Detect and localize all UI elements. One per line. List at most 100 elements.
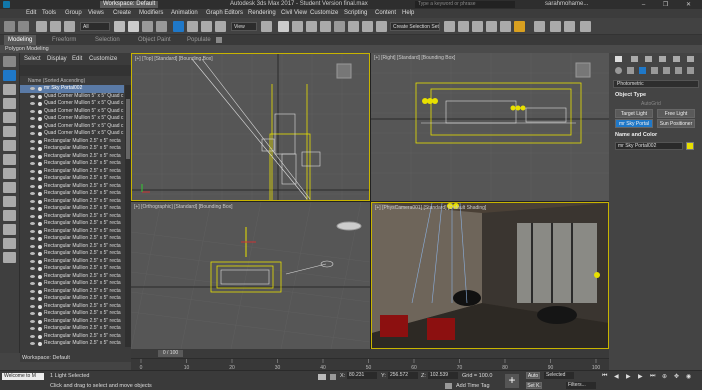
menu-create[interactable]: Create <box>113 10 131 16</box>
shapes-icon[interactable] <box>627 67 634 74</box>
material-editor-icon[interactable] <box>472 21 483 32</box>
visibility-eye-icon[interactable] <box>30 184 35 188</box>
goto-end-icon[interactable]: ⏭ <box>650 373 655 380</box>
menu-views[interactable]: Views <box>88 10 104 16</box>
modify-tab-icon[interactable] <box>631 56 638 62</box>
list-item[interactable]: Rectangular Mullion 2.5" x 5" recta <box>20 340 124 347</box>
list-item[interactable]: Rectangular Mullion 2.5" x 5" recta <box>20 228 124 236</box>
align-icon[interactable] <box>362 21 373 32</box>
menu-tools[interactable]: Tools <box>42 10 56 16</box>
named-selection-set-dropdown[interactable]: Create Selection Set <box>390 22 440 31</box>
visibility-eye-icon[interactable] <box>30 282 35 285</box>
visibility-eye-icon[interactable] <box>30 222 35 225</box>
viewport-top-label[interactable]: [+] [Top] [Standard] [Bounding Box] <box>135 56 213 62</box>
object-name-input[interactable]: mr Sky Portal002 <box>615 142 683 150</box>
list-item[interactable]: Rectangular Mullion 2.5" x 5" recta <box>20 175 124 183</box>
display-frozen-icon[interactable] <box>3 238 16 249</box>
visibility-eye-icon[interactable] <box>30 177 35 180</box>
selection-lock-icon[interactable] <box>330 374 336 380</box>
curve-editor-icon[interactable] <box>444 21 455 32</box>
sun-positioner-button[interactable]: Sun Positioner <box>657 119 695 128</box>
visibility-eye-icon[interactable] <box>30 267 35 270</box>
display-tab-icon[interactable] <box>673 56 680 62</box>
pivot-center-icon[interactable] <box>261 21 272 32</box>
key-filters-button[interactable]: Filters... <box>566 382 596 389</box>
selection-region-icon[interactable] <box>142 21 153 32</box>
object-type-title[interactable]: Object Type <box>615 92 646 98</box>
user-account[interactable]: sarahmohame... <box>545 1 588 7</box>
list-item[interactable]: Quad Corner Mullion 5" x 5" Quad c <box>20 115 124 123</box>
list-item[interactable]: Rectangular Mullion 2.5" x 5" recta <box>20 138 124 146</box>
zoom-icon[interactable]: ⊕ <box>662 373 667 380</box>
prev-frame-icon[interactable]: ◀ <box>614 373 619 380</box>
visibility-eye-icon[interactable] <box>30 319 35 323</box>
time-slider[interactable]: 0 / 100 <box>131 349 609 358</box>
display-bones-icon[interactable] <box>3 210 16 221</box>
explorer-scroll-thumb[interactable] <box>126 99 130 159</box>
window-controls[interactable]: – ❐ ✕ <box>642 1 699 8</box>
list-item[interactable]: Rectangular Mullion 2.5" x 5" recta <box>20 235 124 243</box>
list-item[interactable]: Quad Corner Mullion 5" x 5" Quad c <box>20 123 124 131</box>
key-filter-dropdown[interactable]: Selected <box>544 372 574 379</box>
viewport-orthographic[interactable]: [+] [Orthographic] [Standard] [Bounding … <box>131 202 370 349</box>
set-key-icon[interactable]: + <box>505 374 519 388</box>
display-spacewarps-icon[interactable] <box>3 168 16 179</box>
select-by-name-icon[interactable] <box>128 21 139 32</box>
time-tag-icon[interactable] <box>445 383 452 389</box>
render-setup-icon[interactable] <box>486 21 497 32</box>
redo-icon[interactable] <box>18 21 29 32</box>
tab-object-paint[interactable]: Object Paint <box>138 37 171 43</box>
name-color-title[interactable]: Name and Color <box>615 132 657 138</box>
visibility-eye-icon[interactable] <box>30 139 35 143</box>
helpers-icon[interactable] <box>663 67 670 74</box>
visibility-eye-icon[interactable] <box>30 94 35 98</box>
viewport-right[interactable]: [+] [Right] [Standard] [Bounding Box] <box>371 53 609 201</box>
light-type-dropdown[interactable]: Photometric <box>613 80 699 88</box>
hierarchy-tab-icon[interactable] <box>645 56 652 62</box>
menu-scripting[interactable]: Scripting <box>344 10 367 16</box>
target-light-button[interactable]: Target Light <box>615 109 653 118</box>
spinner-snap-icon[interactable] <box>320 21 331 32</box>
list-item[interactable]: Rectangular Mullion 2.5" x 5" recta <box>20 205 124 213</box>
list-item[interactable]: Quad Corner Mullion 5" x 5" Quad c <box>20 130 124 138</box>
bind-space-warp-icon[interactable] <box>64 21 75 32</box>
visibility-eye-icon[interactable] <box>30 244 35 248</box>
geometry-icon[interactable] <box>615 67 622 74</box>
tab-populate[interactable]: Populate <box>187 37 211 43</box>
angle-snap-icon[interactable] <box>292 21 303 32</box>
menu-edit[interactable]: Edit <box>26 10 36 16</box>
menu-group[interactable]: Group <box>65 10 82 16</box>
systems-icon[interactable] <box>687 67 694 74</box>
visibility-eye-icon[interactable] <box>30 124 35 128</box>
visibility-eye-icon[interactable] <box>30 169 35 173</box>
display-helpers-icon[interactable] <box>3 154 16 165</box>
menu-help[interactable]: Help <box>402 10 414 16</box>
display-hidden-icon[interactable] <box>3 252 16 263</box>
toolbar-extra-icon[interactable] <box>580 21 591 32</box>
menu-modifiers[interactable]: Modifiers <box>139 10 163 16</box>
list-item[interactable]: Quad Corner Mullion 5" x 5" Quad c <box>20 93 124 101</box>
percent-snap-icon[interactable] <box>306 21 317 32</box>
a360-render-icon[interactable] <box>534 21 545 32</box>
tab-modeling[interactable]: Modeling <box>4 35 37 45</box>
list-item[interactable]: Rectangular Mullion 2.5" x 5" recta <box>20 168 124 176</box>
visibility-eye-icon[interactable] <box>30 199 35 203</box>
visibility-eye-icon[interactable] <box>30 162 35 165</box>
z-coordinate-field[interactable]: 102.539 <box>428 372 458 379</box>
select-move-icon[interactable] <box>173 21 184 32</box>
list-item[interactable]: Rectangular Mullion 2.5" x 5" recta <box>20 273 124 281</box>
placement-icon[interactable] <box>215 21 226 32</box>
ribbon-options-icon[interactable] <box>216 37 222 43</box>
menu-animation[interactable]: Animation <box>171 10 198 16</box>
mr-sky-portal-button[interactable]: mr Sky Portal <box>615 119 653 128</box>
lights-icon[interactable] <box>639 67 646 74</box>
menu-customize[interactable]: Customize <box>310 10 338 16</box>
list-item[interactable]: Rectangular Mullion 2.5" x 5" recta <box>20 288 124 296</box>
autogrid-checkbox[interactable]: AutoGrid <box>641 101 661 107</box>
visibility-eye-icon[interactable] <box>30 132 35 135</box>
visibility-eye-icon[interactable] <box>30 154 35 158</box>
list-item[interactable]: Rectangular Mullion 2.5" x 5" recta <box>20 303 124 311</box>
time-slider-thumb[interactable]: 0 / 100 <box>158 350 183 357</box>
motion-tab-icon[interactable] <box>659 56 666 62</box>
list-item[interactable]: Rectangular Mullion 2.5" x 5" recta <box>20 258 124 266</box>
